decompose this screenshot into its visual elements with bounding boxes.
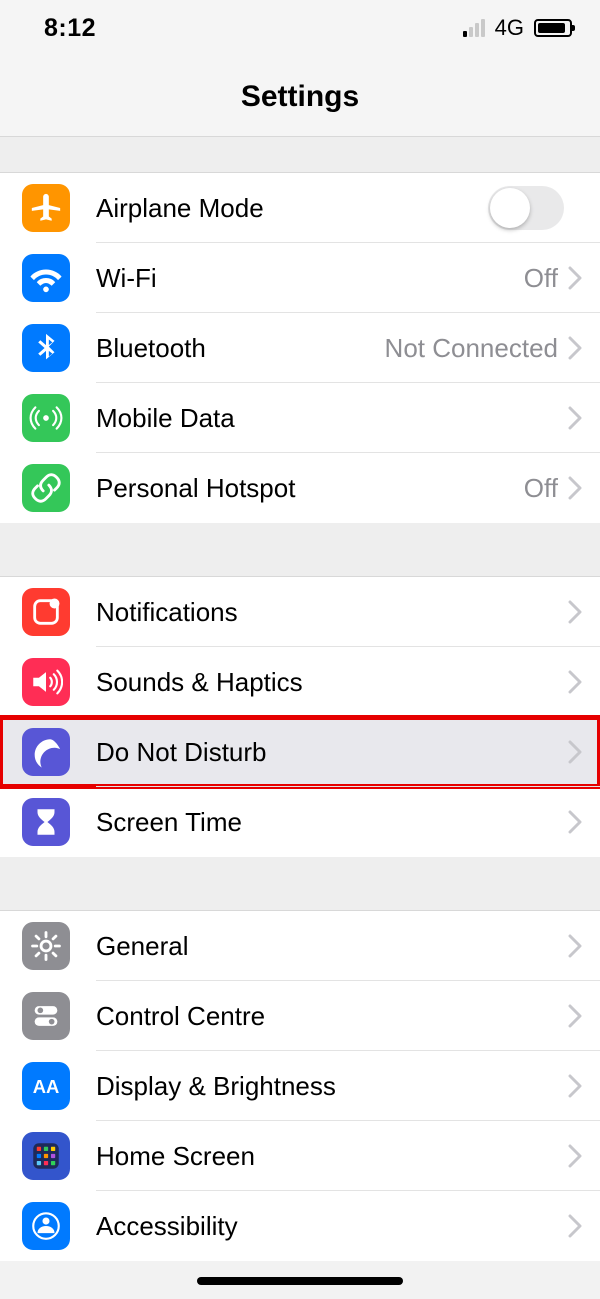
notify-icon bbox=[22, 588, 70, 636]
section-gap bbox=[0, 857, 600, 911]
settings-row-controlcentre[interactable]: Control Centre bbox=[0, 981, 600, 1051]
airplane-toggle[interactable] bbox=[488, 186, 564, 230]
gear-icon bbox=[22, 922, 70, 970]
status-indicators: 4G bbox=[463, 15, 572, 41]
settings-row-mobiledata[interactable]: Mobile Data bbox=[0, 383, 600, 453]
row-label: Sounds & Haptics bbox=[96, 667, 568, 698]
speaker-icon bbox=[22, 658, 70, 706]
settings-row-accessibility[interactable]: Accessibility bbox=[0, 1191, 600, 1261]
row-label: Accessibility bbox=[96, 1211, 568, 1242]
chevron-right-icon bbox=[568, 1214, 582, 1238]
status-bar: 8:12 4G bbox=[0, 0, 600, 56]
row-label: Bluetooth bbox=[96, 333, 385, 364]
settings-row-general[interactable]: General bbox=[0, 911, 600, 981]
link-icon bbox=[22, 464, 70, 512]
status-time: 8:12 bbox=[44, 14, 96, 43]
settings-row-bluetooth[interactable]: Bluetooth Not Connected bbox=[0, 313, 600, 383]
row-label: General bbox=[96, 931, 568, 962]
settings-row-hotspot[interactable]: Personal Hotspot Off bbox=[0, 453, 600, 523]
chevron-right-icon bbox=[568, 934, 582, 958]
settings-row-screentime[interactable]: Screen Time bbox=[0, 787, 600, 857]
row-label: Do Not Disturb bbox=[96, 737, 568, 768]
chevron-right-icon bbox=[568, 266, 582, 290]
chevron-right-icon bbox=[568, 670, 582, 694]
row-detail: Not Connected bbox=[385, 333, 558, 364]
settings-row-sounds[interactable]: Sounds & Haptics bbox=[0, 647, 600, 717]
settings-row-display[interactable]: AA Display & Brightness bbox=[0, 1051, 600, 1121]
aa-icon: AA bbox=[22, 1062, 70, 1110]
chevron-right-icon bbox=[568, 1004, 582, 1028]
settings-row-homescreen[interactable]: Home Screen bbox=[0, 1121, 600, 1191]
chevron-right-icon bbox=[568, 336, 582, 360]
row-label: Control Centre bbox=[96, 1001, 568, 1032]
home-indicator[interactable] bbox=[197, 1277, 403, 1285]
chevron-right-icon bbox=[568, 1144, 582, 1168]
settings-row-notifications[interactable]: Notifications bbox=[0, 577, 600, 647]
grid-icon bbox=[22, 1132, 70, 1180]
row-label: Home Screen bbox=[96, 1141, 568, 1172]
bluetooth-icon bbox=[22, 324, 70, 372]
cellular-signal-icon bbox=[463, 19, 485, 37]
chevron-right-icon bbox=[568, 476, 582, 500]
section-gap bbox=[0, 137, 600, 173]
page-title: Settings bbox=[0, 80, 600, 114]
hourglass-icon bbox=[22, 798, 70, 846]
settings-row-dnd[interactable]: Do Not Disturb bbox=[0, 717, 600, 787]
row-label: Personal Hotspot bbox=[96, 473, 524, 504]
row-label: Wi-Fi bbox=[96, 263, 524, 294]
person-icon bbox=[22, 1202, 70, 1250]
page-header: Settings bbox=[0, 56, 600, 137]
row-detail: Off bbox=[524, 473, 558, 504]
antenna-icon bbox=[22, 394, 70, 442]
moon-icon bbox=[22, 728, 70, 776]
chevron-right-icon bbox=[568, 600, 582, 624]
row-label: Mobile Data bbox=[96, 403, 568, 434]
row-label: Airplane Mode bbox=[96, 193, 488, 224]
chevron-right-icon bbox=[568, 1074, 582, 1098]
row-label: Notifications bbox=[96, 597, 568, 628]
airplane-icon bbox=[22, 184, 70, 232]
settings-row-wifi[interactable]: Wi-Fi Off bbox=[0, 243, 600, 313]
chevron-right-icon bbox=[568, 406, 582, 430]
chevron-right-icon bbox=[568, 740, 582, 764]
chevron-right-icon bbox=[568, 810, 582, 834]
settings-row-airplane[interactable]: Airplane Mode bbox=[0, 173, 600, 243]
row-label: Screen Time bbox=[96, 807, 568, 838]
svg-text:AA: AA bbox=[33, 1076, 60, 1097]
row-label: Display & Brightness bbox=[96, 1071, 568, 1102]
battery-icon bbox=[534, 19, 572, 37]
switches-icon bbox=[22, 992, 70, 1040]
row-detail: Off bbox=[524, 263, 558, 294]
wifi-icon bbox=[22, 254, 70, 302]
network-type: 4G bbox=[495, 15, 524, 41]
section-gap bbox=[0, 523, 600, 577]
